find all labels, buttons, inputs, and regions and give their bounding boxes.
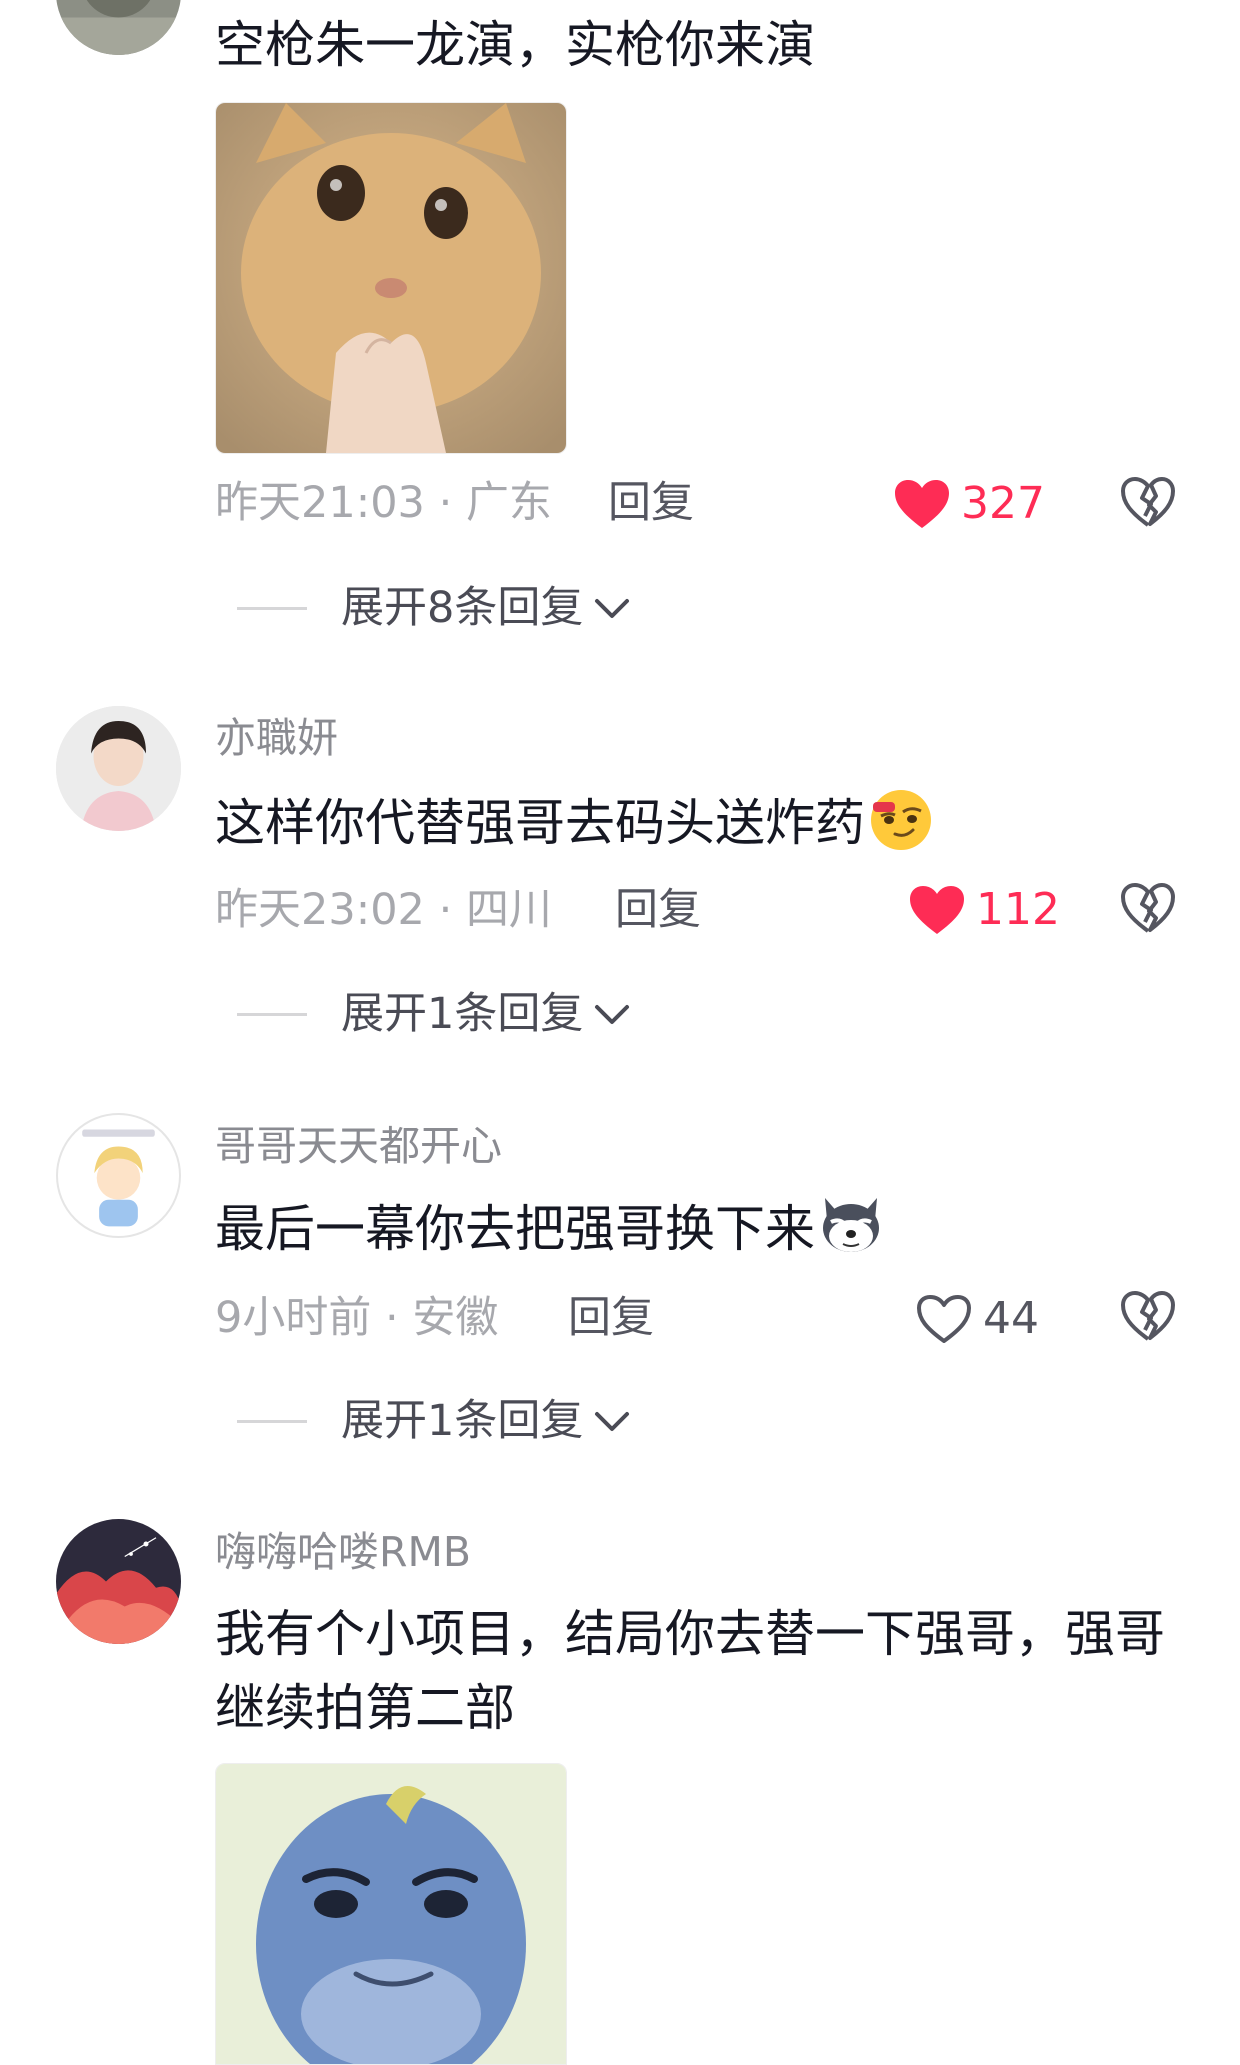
meta-separator: · bbox=[424, 478, 466, 528]
husky-emoji-icon bbox=[817, 1190, 885, 1258]
avatar[interactable] bbox=[56, 1519, 181, 1644]
like-button[interactable]: 44 bbox=[915, 1293, 1039, 1345]
expand-replies-label: 展开1条回复 bbox=[341, 1396, 584, 1446]
like-button[interactable]: 327 bbox=[893, 478, 1045, 530]
like-count: 44 bbox=[983, 1293, 1039, 1344]
comment-time: 昨天21:03 bbox=[215, 478, 425, 528]
comment-text: 这样你代替强哥去码头送炸药 bbox=[215, 784, 1175, 860]
comment-meta: 昨天23:02 · 四川 bbox=[215, 889, 552, 932]
comment-time: 昨天23:02 bbox=[215, 885, 425, 935]
blue-dolphin-sticker[interactable] bbox=[215, 1763, 567, 2065]
reply-button[interactable]: 回复 bbox=[568, 1297, 654, 1340]
username[interactable]: 哥哥天天都开心 bbox=[215, 1126, 502, 1167]
heart-filled-icon bbox=[893, 478, 951, 530]
chevron-down-icon bbox=[593, 1410, 631, 1434]
comment-meta: 9小时前 · 安徽 bbox=[215, 1297, 498, 1340]
cat-thinking-sticker[interactable] bbox=[215, 102, 567, 454]
comment-text: 我有个小项目，结局你去替一下强哥，强哥继续拍第二部 bbox=[215, 1605, 1165, 1737]
divider-line bbox=[237, 607, 307, 610]
reply-button[interactable]: 回复 bbox=[608, 482, 694, 525]
broken-heart-icon bbox=[1120, 882, 1176, 934]
divider-line bbox=[237, 1420, 307, 1423]
expand-replies-label: 展开8条回复 bbox=[341, 583, 584, 633]
expand-replies-button[interactable]: 展开1条回复 bbox=[237, 993, 631, 1036]
reply-button[interactable]: 回复 bbox=[615, 889, 701, 932]
like-count: 327 bbox=[961, 478, 1045, 529]
heart-filled-icon bbox=[908, 884, 966, 936]
smirk-emoji-icon bbox=[867, 784, 935, 852]
comment-meta: 昨天21:03 · 广东 bbox=[215, 482, 552, 525]
username[interactable]: 亦職妍 bbox=[215, 718, 338, 759]
comment-location: 广东 bbox=[465, 478, 552, 528]
like-count: 112 bbox=[976, 884, 1060, 935]
expand-replies-label: 展开1条回复 bbox=[341, 989, 584, 1039]
meta-separator: · bbox=[424, 885, 466, 935]
dislike-button[interactable] bbox=[1120, 476, 1176, 528]
avatar-image bbox=[56, 0, 181, 55]
comment-text: 空枪朱一龙演，实枪你来演 bbox=[215, 16, 815, 74]
broken-heart-icon bbox=[1120, 1290, 1176, 1342]
like-button[interactable]: 112 bbox=[908, 884, 1060, 936]
avatar[interactable] bbox=[56, 0, 181, 55]
heart-outline-icon bbox=[915, 1293, 973, 1345]
comment-location: 安徽 bbox=[412, 1293, 499, 1343]
avatar[interactable] bbox=[56, 1113, 181, 1238]
comment-text-content: 最后一幕你去把强哥换下来 bbox=[215, 1200, 815, 1258]
avatar-image bbox=[56, 706, 181, 831]
broken-heart-icon bbox=[1120, 476, 1176, 528]
dislike-button[interactable] bbox=[1120, 882, 1176, 934]
comment-text-content: 这样你代替强哥去码头送炸药 bbox=[215, 794, 865, 852]
dislike-button[interactable] bbox=[1120, 1290, 1176, 1342]
avatar-image bbox=[58, 1115, 179, 1236]
avatar-image bbox=[56, 1519, 181, 1644]
comment-text: 最后一幕你去把强哥换下来 bbox=[215, 1190, 1175, 1266]
expand-replies-button[interactable]: 展开1条回复 bbox=[237, 1400, 631, 1443]
avatar[interactable] bbox=[56, 706, 181, 831]
username[interactable]: 嗨嗨哈喽RMB bbox=[215, 1532, 471, 1573]
comment-time: 9小时前 bbox=[215, 1293, 372, 1343]
chevron-down-icon bbox=[593, 597, 631, 621]
meta-separator: · bbox=[371, 1293, 413, 1343]
divider-line bbox=[237, 1013, 307, 1016]
expand-replies-button[interactable]: 展开8条回复 bbox=[237, 587, 631, 630]
chevron-down-icon bbox=[593, 1003, 631, 1027]
comment-location: 四川 bbox=[465, 885, 552, 935]
